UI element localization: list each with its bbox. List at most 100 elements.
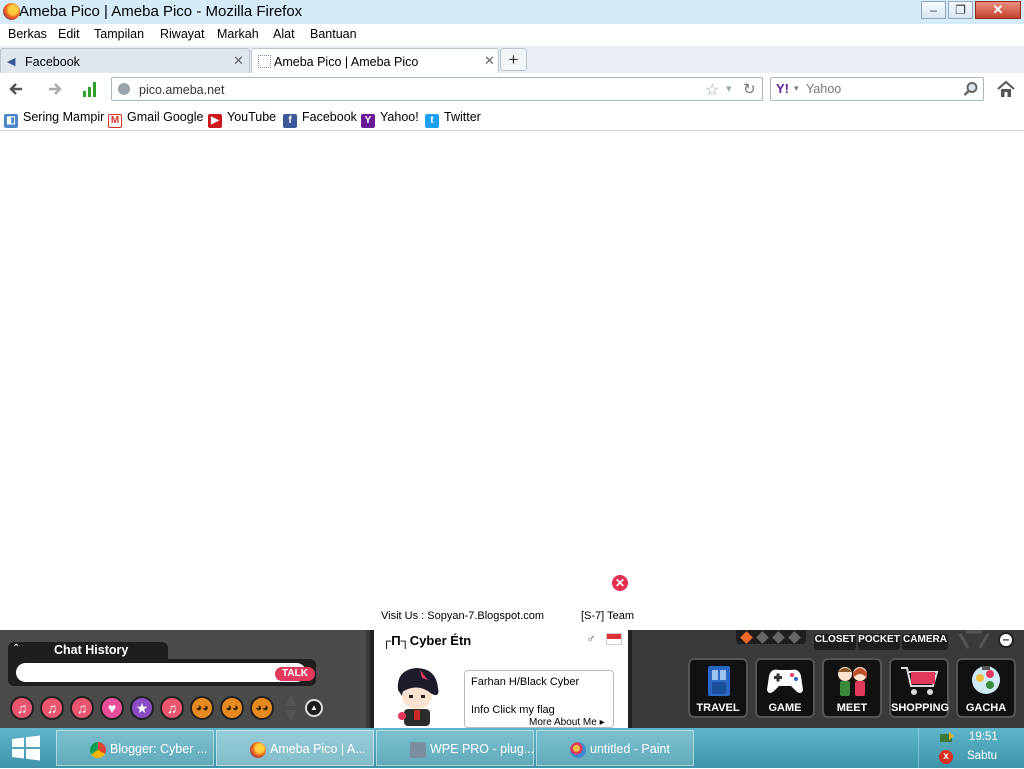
menu-berkas[interactable]: Berkas <box>8 27 47 41</box>
wpe-icon <box>410 742 426 758</box>
bookmark-label: Twitter <box>444 110 481 124</box>
menu-tampilan[interactable]: Tampilan <box>94 27 144 41</box>
tab-ameba-pico[interactable]: Ameba Pico | Ameba Pico ✕ <box>251 48 499 74</box>
camera-button[interactable]: CAMERA <box>902 634 948 650</box>
more-about-me-link[interactable]: More About Me ▸ <box>529 717 605 728</box>
taskbar-item-wpe[interactable]: WPE PRO - plug... <box>376 730 534 766</box>
bookmark-yahoo[interactable]: Y Yahoo! <box>361 110 419 128</box>
face-emote-icon[interactable]: ◕◕ <box>190 696 214 720</box>
taskbar-item-blogger[interactable]: Blogger: Cyber ... <box>56 730 214 766</box>
search-icon[interactable] <box>963 81 979 97</box>
bookmark-star-icon[interactable]: ☆ <box>705 80 719 100</box>
search-input[interactable] <box>806 81 956 97</box>
menu-edit[interactable]: Edit <box>58 27 80 41</box>
bookmark-label: Sering Mampir <box>23 110 105 124</box>
clock-day[interactable]: Sabtu <box>967 750 997 762</box>
menu-riwayat[interactable]: Riwayat <box>160 27 204 41</box>
gmail-icon: M <box>108 114 122 128</box>
avatar[interactable] <box>392 664 442 726</box>
tab-facebook[interactable]: ◀ Facebook ✕ <box>0 48 250 73</box>
bookmark-gmail[interactable]: M Gmail Google <box>108 110 203 128</box>
taskbar-item-paint[interactable]: untitled - Paint <box>536 730 694 766</box>
close-window-button[interactable]: ✕ <box>975 1 1021 19</box>
start-button[interactable] <box>4 730 48 766</box>
bookmark-twitter[interactable]: t Twitter <box>425 110 481 128</box>
chat-box: TALK <box>8 659 316 686</box>
forward-button[interactable] <box>43 79 65 99</box>
talk-button[interactable]: TALK <box>275 667 315 681</box>
restore-button[interactable]: ❐ <box>948 1 973 19</box>
page-dot <box>772 631 785 644</box>
closet-button[interactable]: CLOSET <box>814 634 856 650</box>
page-indicator <box>736 630 806 644</box>
bookmark-facebook[interactable]: f Facebook <box>283 110 357 128</box>
close-icon: ✕ <box>614 576 626 590</box>
music-emote-icon[interactable]: ♫ <box>160 696 184 720</box>
close-ad-button[interactable]: ✕ <box>612 575 628 591</box>
chat-history-tab[interactable]: ⌃ Chat History <box>8 642 168 659</box>
people-icon <box>838 667 867 696</box>
star-emote-icon[interactable]: ★ <box>130 696 154 720</box>
heart-emote-icon[interactable]: ♥ <box>100 696 124 720</box>
yahoo-engine-icon[interactable]: Y! <box>776 81 789 96</box>
minimize-game-menu-button[interactable]: – <box>998 632 1014 648</box>
pocket-button[interactable]: POCKET <box>858 634 900 650</box>
address-bar[interactable]: pico.ameba.net ☆ ▾ ↻ <box>111 77 763 101</box>
music-emote-icon[interactable]: ♫ <box>40 696 64 720</box>
bookmarks-toolbar: ◧ Sering Mampir M Gmail Google ▶ YouTube fF… <box>0 106 1024 131</box>
meet-button[interactable]: MEET <box>822 658 882 718</box>
facebook-favicon-icon: ◀ <box>7 56 16 68</box>
restore-icon: ❐ <box>955 3 966 17</box>
face-emote-icon[interactable]: ◕◕ <box>220 696 244 720</box>
game-button[interactable]: GAME <box>755 658 815 718</box>
engine-dropdown-icon[interactable]: ▾ <box>794 83 799 94</box>
chat-history-label: Chat History <box>54 643 129 657</box>
bookmark-sering-mampir[interactable]: ◧ Sering Mampir <box>4 110 105 128</box>
emote-scroll-icon[interactable] <box>283 694 299 722</box>
page-dot <box>788 631 801 644</box>
menu-alat[interactable]: Alat <box>273 27 295 41</box>
home-button[interactable] <box>996 80 1016 98</box>
male-icon: ♂ <box>586 631 596 646</box>
settings-gear-icon[interactable] <box>954 630 994 650</box>
close-tab-icon[interactable]: ✕ <box>484 53 495 69</box>
travel-label: TRAVEL <box>696 702 740 714</box>
warning-icon[interactable]: x <box>939 750 953 764</box>
network-icon[interactable] <box>939 731 955 745</box>
site-identity-icon <box>118 83 130 95</box>
window-title: Ameba Pico | Ameba Pico - Mozilla Firefo… <box>19 3 303 20</box>
signal-extension-icon[interactable] <box>82 80 100 98</box>
music-emote-icon[interactable]: ♫ <box>10 696 34 720</box>
menu-bantuan[interactable]: Bantuan <box>310 27 357 41</box>
taskbar-item-firefox[interactable]: Ameba Pico | A... <box>216 730 374 766</box>
visit-us-text: Visit Us : Sopyan-7.Blogspot.com <box>381 610 545 622</box>
bookmark-label: Yahoo! <box>380 110 419 124</box>
indonesia-flag-icon[interactable] <box>606 633 622 645</box>
reload-icon[interactable]: ↻ <box>743 80 756 98</box>
paint-icon <box>570 742 586 758</box>
clock-time[interactable]: 19:51 <box>969 731 998 743</box>
new-tab-button[interactable]: + <box>500 48 527 71</box>
minimize-button[interactable]: – <box>921 1 946 19</box>
face-emote-icon[interactable]: ◕◕ <box>250 696 274 720</box>
menu-markah[interactable]: Markah <box>217 27 259 41</box>
team-text: [S-7] Team <box>581 610 634 622</box>
back-button[interactable] <box>6 79 28 99</box>
bookmark-youtube[interactable]: ▶ YouTube <box>208 110 276 128</box>
shopping-button[interactable]: SHOPPING <box>889 658 949 718</box>
back-arrow-icon <box>9 83 22 95</box>
profile-name: ┌Π┐Cyber Étn <box>382 633 472 648</box>
speech-bubble: Farhan H/Black Cyber Info Click my flag … <box>464 670 614 728</box>
history-dropdown-icon[interactable]: ▾ <box>726 82 732 95</box>
page-dot <box>756 631 769 644</box>
gacha-button[interactable]: GACHA <box>956 658 1016 718</box>
music-emote-icon[interactable]: ♫ <box>70 696 94 720</box>
chat-input[interactable] <box>16 663 306 682</box>
task-label: Blogger: Cyber ... <box>110 742 208 756</box>
home-icon <box>997 80 1015 97</box>
close-tab-icon[interactable]: ✕ <box>233 53 244 69</box>
search-bar[interactable]: Y! ▾ <box>770 77 984 101</box>
twitter-icon: t <box>425 114 439 128</box>
emote-menu-up-icon[interactable]: ▲ <box>305 699 323 717</box>
travel-button[interactable]: TRAVEL <box>688 658 748 718</box>
